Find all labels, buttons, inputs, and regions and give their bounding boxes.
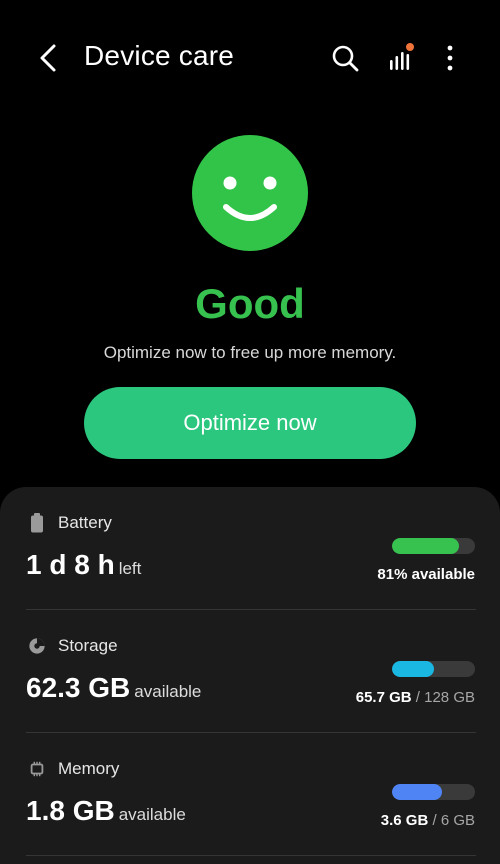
optimize-now-button[interactable]: Optimize now xyxy=(84,387,416,459)
diagnostics-button[interactable] xyxy=(384,40,418,76)
smiley-face-icon xyxy=(192,135,308,251)
storage-pie-icon xyxy=(29,638,45,654)
battery-note: 81% available xyxy=(377,566,475,583)
memory-value: 1.8 GB available xyxy=(26,795,186,826)
battery-icon xyxy=(31,513,43,533)
chevron-left-icon xyxy=(40,44,56,72)
status-message: Optimize now to free up more memory. xyxy=(103,343,397,362)
battery-fill xyxy=(392,538,460,554)
signal-bars-icon xyxy=(390,43,414,70)
battery-value: 1 d 8 h left xyxy=(26,549,142,580)
memory-progress-bar xyxy=(392,784,475,800)
page-title: Device care xyxy=(84,40,235,71)
app-bar: Device care xyxy=(0,0,500,116)
battery-label: Battery xyxy=(58,513,112,532)
status-label: Good xyxy=(195,280,305,327)
battery-card[interactable]: Battery 1 d 8 h left 81% available xyxy=(0,487,500,609)
divider xyxy=(26,855,476,856)
memory-chip-icon xyxy=(30,761,44,777)
search-icon xyxy=(332,45,359,72)
more-options-button[interactable] xyxy=(438,40,472,76)
storage-fill xyxy=(392,661,435,677)
battery-progress-bar xyxy=(392,538,475,554)
memory-card[interactable]: Memory 1.8 GB available 3.6 GB / 6 GB xyxy=(0,733,500,855)
storage-note: 65.7 GB / 128 GB xyxy=(355,689,475,706)
memory-fill xyxy=(392,784,442,800)
storage-card[interactable]: Storage 62.3 GB available 65.7 GB / 128 G… xyxy=(0,610,500,732)
storage-value: 62.3 GB available xyxy=(26,672,202,703)
memory-label: Memory xyxy=(58,759,120,778)
more-vertical-icon xyxy=(447,45,453,71)
back-button[interactable] xyxy=(34,40,64,76)
memory-note: 3.6 GB / 6 GB xyxy=(380,812,475,829)
storage-label: Storage xyxy=(58,636,118,655)
storage-progress-bar xyxy=(392,661,475,677)
search-button[interactable] xyxy=(328,40,362,76)
notification-dot-icon xyxy=(406,43,414,51)
resource-panel: Battery 1 d 8 h left 81% available Storag… xyxy=(0,487,500,864)
